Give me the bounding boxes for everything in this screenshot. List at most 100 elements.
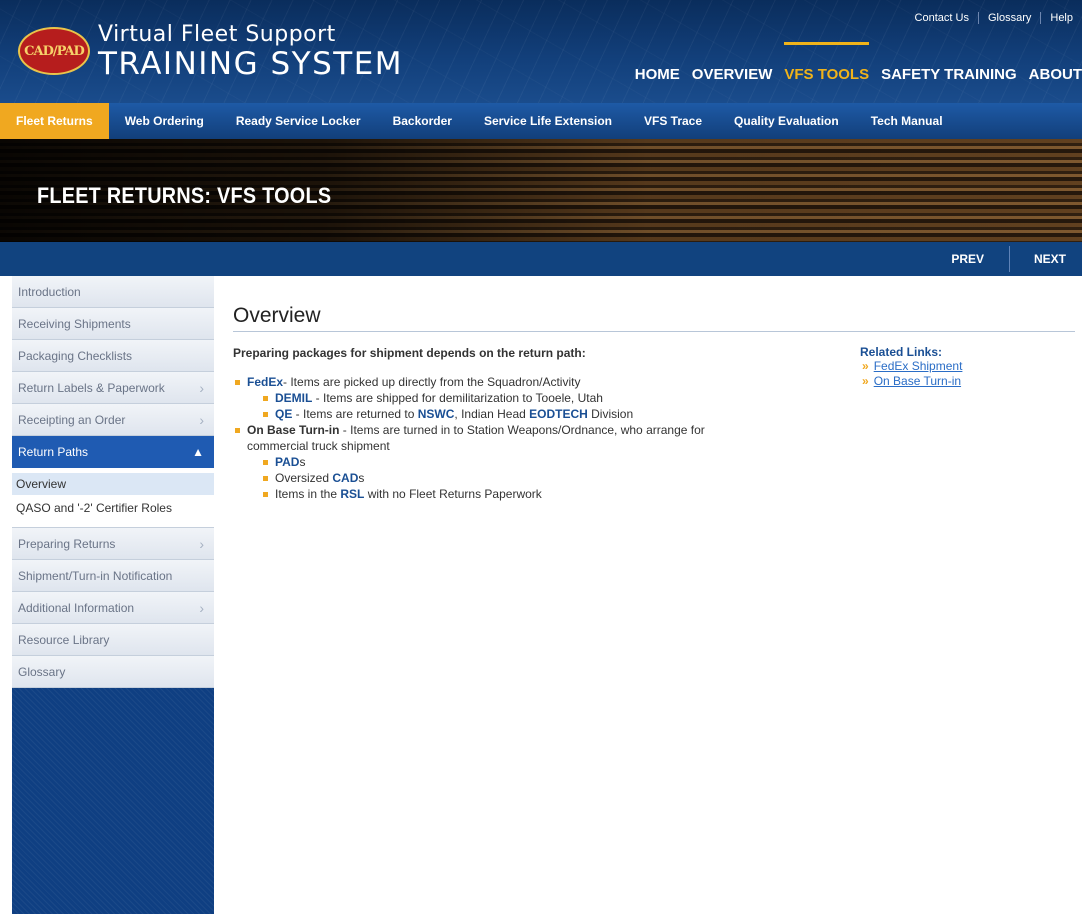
chevron-right-icon: ›	[199, 380, 204, 396]
keyword-demil: DEMIL	[275, 391, 313, 405]
sidebar-item-introduction[interactable]: Introduction	[12, 276, 214, 308]
related-link-label: On Base Turn-in	[873, 374, 962, 388]
chevron-right-icon: ›	[199, 600, 204, 616]
related-link-on-base-turn-in[interactable]: » On Base Turn-in	[860, 374, 1060, 389]
related-links-title: Related Links:	[860, 345, 943, 359]
subnav-web-ordering[interactable]: Web Ordering	[109, 103, 220, 139]
subnav-fleet-returns[interactable]: Fleet Returns	[0, 103, 109, 139]
sidebar-item-additional-information[interactable]: Additional Information ›	[12, 592, 214, 624]
nav-safety-training[interactable]: SAFETY TRAINING	[881, 66, 1017, 83]
keyword-fedex: FedEx	[247, 375, 284, 389]
sidebar-item-packaging-checklists[interactable]: Packaging Checklists	[12, 340, 214, 372]
page-banner: FLEET RETURNS: VFS TOOLS	[0, 139, 1082, 242]
sub-nav: Fleet Returns Web Ordering Ready Service…	[0, 103, 1082, 139]
sidebar-item-shipment-notification[interactable]: Shipment/Turn-in Notification	[12, 560, 214, 592]
pager-divider	[1009, 246, 1010, 272]
cads-pre: Oversized	[275, 471, 333, 485]
nav-about[interactable]: ABOUT	[1029, 66, 1082, 83]
subnav-service-life-extension[interactable]: Service Life Extension	[468, 103, 628, 139]
subnav-quality-evaluation[interactable]: Quality Evaluation	[718, 103, 855, 139]
sidebar-item-receipting-order[interactable]: Receipting an Order ›	[12, 404, 214, 436]
sidebar-item-label: Additional Information	[18, 601, 135, 615]
glossary-link[interactable]: Glossary	[977, 12, 1040, 24]
double-chevron-icon: »	[862, 359, 869, 373]
return-path-list: FedEx- Items are picked up directly from…	[233, 374, 1075, 502]
site-header: CAD/PAD Virtual Fleet Support TRAINING S…	[0, 0, 1082, 103]
qe-text-1: - Items are returned to	[292, 407, 418, 421]
cad-pad-logo[interactable]: CAD/PAD	[18, 27, 90, 75]
demil-text: - Items are shipped for demilitarization…	[312, 391, 603, 405]
list-item-on-base: On Base Turn-in - Items are turned in to…	[233, 422, 708, 502]
sidebar-item-label: Receiving Shipments	[18, 317, 131, 331]
site-title-line1: Virtual Fleet Support	[98, 22, 336, 47]
list-item-demil: DEMIL - Items are shipped for demilitari…	[261, 390, 661, 406]
sidebar-item-label: Glossary	[18, 665, 66, 679]
keyword-nswc: NSWC	[417, 407, 455, 421]
page-title: Overview	[233, 304, 1075, 332]
sidebar-item-return-labels[interactable]: Return Labels & Paperwork ›	[12, 372, 214, 404]
keyword-rsl: RSL	[340, 487, 365, 501]
list-item-rsl: Items in the RSL with no Fleet Returns P…	[261, 486, 708, 502]
sidebar: Introduction Receiving Shipments Packagi…	[12, 276, 214, 914]
sidebar-item-receiving-shipments[interactable]: Receiving Shipments	[12, 308, 214, 340]
rsl-text: with no Fleet Returns Paperwork	[364, 487, 542, 501]
related-link-fedex-shipment[interactable]: » FedEx Shipment	[860, 359, 1060, 374]
subnav-ready-service-locker[interactable]: Ready Service Locker	[220, 103, 377, 139]
sidebar-item-label: Return Labels & Paperwork	[18, 381, 165, 395]
sidebar-item-label: Shipment/Turn-in Notification	[18, 569, 173, 583]
sidebar-item-resource-library[interactable]: Resource Library	[12, 624, 214, 656]
subnav-vfs-trace[interactable]: VFS Trace	[628, 103, 718, 139]
on-base-sublist: PADs Oversized CADs Items in the RSL wit…	[261, 454, 708, 502]
subnav-tech-manual[interactable]: Tech Manual	[855, 103, 959, 139]
sidebar-subitem-overview[interactable]: Overview	[12, 473, 214, 495]
chevron-right-icon: ›	[199, 412, 204, 428]
next-button[interactable]: NEXT	[1034, 242, 1066, 276]
keyword-pad: PAD	[275, 455, 300, 469]
keyword-cad: CAD	[332, 471, 359, 485]
double-chevron-icon: »	[862, 374, 869, 388]
sidebar-item-preparing-returns[interactable]: Preparing Returns ›	[12, 528, 214, 560]
list-item-qe: QE - Items are returned to NSWC, Indian …	[261, 406, 661, 422]
list-item-cads: Oversized CADs	[261, 470, 708, 486]
chevron-right-icon: ›	[199, 536, 204, 552]
sidebar-item-label: Packaging Checklists	[18, 349, 133, 363]
nav-overview[interactable]: OVERVIEW	[692, 66, 773, 83]
keyword-on-base-turn-in: On Base Turn-in	[247, 423, 340, 437]
utility-links: Contact Us Glossary Help	[906, 12, 1082, 24]
logo-text: CAD/PAD	[24, 43, 85, 59]
related-links: Related Links: » FedEx Shipment » On Base …	[860, 345, 1060, 389]
help-link[interactable]: Help	[1040, 12, 1082, 24]
pads-text: s	[299, 455, 306, 469]
banner-title: FLEET RETURNS: VFS TOOLS	[37, 183, 332, 208]
keyword-qe: QE	[275, 407, 293, 421]
nav-home[interactable]: HOME	[635, 66, 680, 83]
sidebar-item-label: Return Paths	[18, 445, 89, 459]
qe-text-3: Division	[587, 407, 634, 421]
pager-bar: PREV NEXT	[0, 242, 1082, 276]
sidebar-item-return-paths[interactable]: Return Paths ▲	[12, 436, 214, 468]
subnav-backorder[interactable]: Backorder	[377, 103, 468, 139]
sidebar-item-label: Receipting an Order	[18, 413, 126, 427]
nav-vfs-tools[interactable]: VFS TOOLS	[784, 42, 869, 83]
list-item-fedex: FedEx- Items are picked up directly from…	[233, 374, 693, 422]
prev-button[interactable]: PREV	[951, 242, 984, 276]
return-paths-submenu: Overview QASO and '-2' Certifier Roles	[12, 468, 214, 528]
related-link-label: FedEx Shipment	[873, 359, 963, 373]
site-title-line2: TRAINING SYSTEM	[98, 46, 404, 82]
keyword-eodtech: EODTECH	[529, 407, 588, 421]
sidebar-item-label: Resource Library	[18, 633, 110, 647]
chevron-up-icon: ▲	[192, 445, 204, 459]
main-nav: HOME OVERVIEW VFS TOOLS SAFETY TRAINING …	[623, 42, 1082, 83]
sidebar-item-label: Preparing Returns	[18, 537, 116, 551]
cads-text: s	[358, 471, 365, 485]
fedex-text: - Items are picked up directly from the …	[283, 375, 581, 389]
qe-text-2: , Indian Head	[454, 407, 530, 421]
sidebar-subitem-qaso-roles[interactable]: QASO and '-2' Certifier Roles	[12, 495, 214, 521]
list-item-pads: PADs	[261, 454, 708, 470]
main-content: Overview Preparing packages for shipment…	[233, 276, 1075, 502]
contact-us-link[interactable]: Contact Us	[906, 12, 978, 24]
sidebar-item-label: Introduction	[18, 285, 81, 299]
fedex-sublist: DEMIL - Items are shipped for demilitari…	[261, 390, 693, 422]
sidebar-item-glossary[interactable]: Glossary	[12, 656, 214, 688]
rsl-pre: Items in the	[275, 487, 341, 501]
